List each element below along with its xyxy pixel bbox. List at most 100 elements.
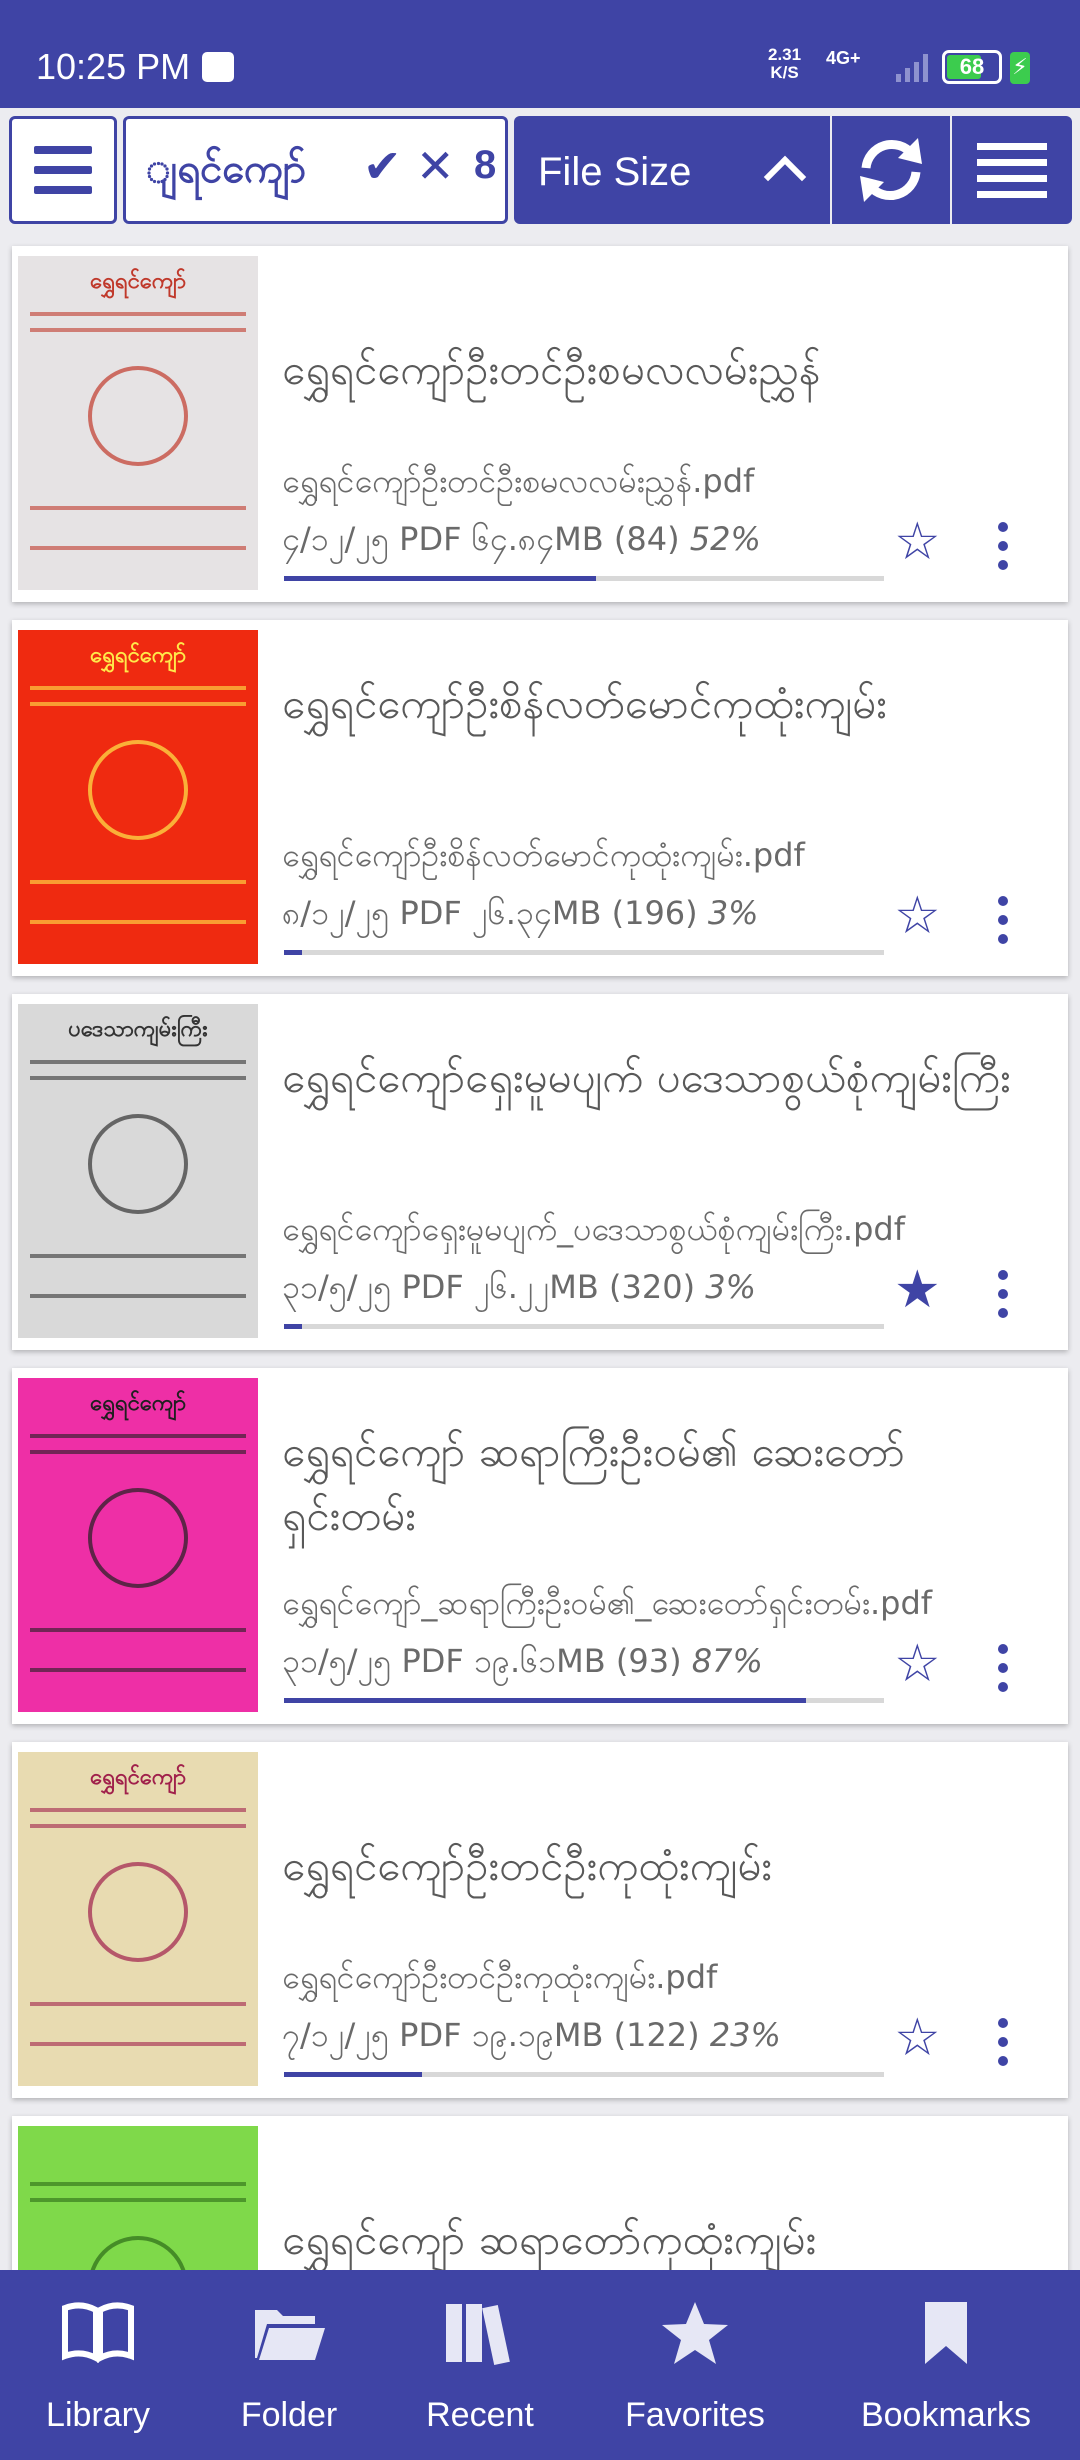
cover-emblem (88, 740, 188, 840)
reading-progress-fill (284, 576, 596, 581)
star-filled-icon[interactable]: ★ (894, 1264, 941, 1316)
status-bar: 10:25 PM 2.31 K/S 4G+ 68 ⚡ (0, 0, 1080, 108)
cover-decoration (30, 686, 246, 690)
more-options-icon[interactable] (998, 896, 1008, 944)
book-card[interactable]: ရွှေရင်ကျော်ရွှေရင်ကျော် ဆရာကြီးဦးဝမ်၏ ဆ… (12, 1368, 1068, 1724)
reading-progress-bar (284, 2072, 884, 2077)
folder-icon (255, 2310, 325, 2360)
book-title: ရွှေရင်ကျော် ဆရာကြီးဦးဝမ်၏ ဆေးတော်ရှင်းတ… (282, 1427, 905, 1540)
cover-decoration (30, 1450, 246, 1454)
book-list[interactable]: ရွှေရင်ကျော် ရွှေရင်ကျော်ဦးတင်ဦးစမလလမ်းညွ… (0, 236, 1080, 2270)
nav-recent[interactable]: Recent (382, 2270, 578, 2460)
nav-label-recent: Recent (426, 2396, 534, 2434)
star-outline-icon[interactable]: ☆ (894, 1638, 941, 1690)
book-meta: ၇/၁၂/၂၅ PDF ၁၉.၁၉MB (122) 23% (282, 2014, 781, 2062)
book-cover[interactable]: ပဒေသာကျမ်းကြီး (18, 1004, 258, 1338)
refresh-button[interactable] (832, 116, 950, 224)
book-filename: ရွှေရင်ကျော်_ဆရာကြီးဦးဝမ်၏_ဆေးတော်ရှင်းတ… (282, 1584, 933, 1622)
menu-icon (34, 146, 92, 154)
star-outline-icon[interactable]: ☆ (894, 890, 941, 942)
refresh-icon (860, 138, 922, 202)
book-card[interactable]: ရွှေရင်ကျော်ရွှေရင်ကျော်ဦးစိန်လတ်မောင်ကု… (12, 620, 1068, 976)
book-card[interactable]: ပဒေသာကျမ်းကြီး ရွှေရင်ကျော်ရှေးမူမပျက် ပဒ… (12, 994, 1068, 1350)
nav-label-bookmarks: Bookmarks (860, 2396, 1032, 2434)
more-options-icon[interactable] (998, 1270, 1008, 1318)
book-cover[interactable]: ရွှေရင်ကျော် (18, 256, 258, 590)
sort-dropdown[interactable]: File Size (514, 116, 830, 224)
book-meta: ၈/၁၂/၂၅ PDF ၂၆.၃၄MB (196) 3% (282, 892, 759, 940)
cover-decoration (30, 2002, 246, 2006)
book-filename: ရွှေရင်ကျော်ဦးတင်ဦးကုထုံးကျမ်း.pdf (282, 1958, 718, 1996)
menu-button[interactable] (9, 116, 117, 224)
cover-title: ပဒေသာကျမ်းကြီး (68, 1017, 208, 1042)
nav-bookmarks[interactable]: Bookmarks (812, 2270, 1080, 2460)
more-options-icon[interactable] (998, 1644, 1008, 1692)
nav-favorites[interactable]: Favorites (578, 2270, 812, 2460)
cover-emblem (88, 1488, 188, 1588)
cover-decoration (30, 1294, 246, 1298)
book-pages: (84) (613, 520, 680, 558)
charging-icon: ⚡ (1010, 52, 1030, 84)
book-filename: ရွှေရင်ကျော်ဦးစိန်လတ်မောင်ကုထုံးကျမ်း.pd… (282, 836, 805, 874)
book-progress-text: 87% (691, 1642, 763, 1680)
book-meta: ၃၁/၅/၂၅ PDF ၂၆.၂၂MB (320) 3% (282, 1266, 756, 1314)
star-outline-icon[interactable]: ☆ (894, 516, 941, 568)
bookmark-icon (925, 2302, 967, 2364)
book-meta: ၄/၁၂/၂၅ PDF ၆၄.၈၄MB (84) 52% (282, 518, 761, 566)
search-box[interactable]: ျရင်ကျော် ✔ ✕ 8 (123, 116, 508, 224)
reading-progress-bar (284, 950, 884, 955)
book-type: PDF (401, 1268, 464, 1306)
books-icon (446, 2304, 510, 2366)
cover-title: ရွှေရင်ကျော် (90, 269, 186, 294)
cover-decoration (30, 920, 246, 924)
cover-emblem (88, 2236, 188, 2270)
status-time: 10:25 PM (36, 46, 191, 87)
reading-progress-fill (284, 950, 302, 955)
book-progress-text: 3% (705, 1268, 757, 1306)
book-icon (62, 2302, 134, 2363)
book-date: ၇/၁၂/၂၅ (282, 2016, 389, 2054)
cover-decoration (30, 2198, 246, 2202)
cover-decoration (30, 506, 246, 510)
list-icon (977, 142, 1047, 150)
network-speed-unit: K/S (770, 63, 799, 82)
book-cover[interactable]: ရွှေရင်ကျော် (18, 1378, 258, 1712)
nav-library[interactable]: Library (0, 2270, 196, 2460)
cover-decoration (30, 1628, 246, 1632)
nav-label-folder: Folder (240, 2396, 338, 2434)
cover-decoration (30, 2182, 246, 2186)
book-progress-text: 23% (709, 2016, 781, 2054)
book-size: ၁၉.၁၉MB (471, 2016, 604, 2054)
book-size: ၁၉.၆၁MB (473, 1642, 606, 1680)
book-pages: (93) (615, 1642, 682, 1680)
book-card[interactable]: ရွှေရင်ကျော်ရွှေရင်ကျော်ဦးတင်ဦးကုထုံးကျမ… (12, 1742, 1068, 2098)
cover-decoration (30, 880, 246, 884)
book-date: ၃၁/၅/၂၅ (282, 1642, 392, 1680)
close-icon[interactable]: ✕ (416, 139, 455, 193)
more-options-icon[interactable] (998, 2018, 1008, 2066)
check-icon[interactable]: ✔ (363, 139, 402, 193)
more-options-icon[interactable] (998, 522, 1008, 570)
book-title: ရွှေရင်ကျော် ဆရာတော်ကုထုံးကျမ်း (282, 2215, 817, 2264)
view-list-button[interactable] (952, 116, 1072, 224)
book-date: ၄/၁၂/၂၅ (282, 520, 389, 558)
reading-progress-bar (284, 1324, 884, 1329)
book-cover[interactable]: ရွှေရင်ကျော် (18, 630, 258, 964)
star-outline-icon[interactable]: ☆ (894, 2012, 941, 2064)
cover-title: ရွှေရင်ကျော် (90, 1391, 186, 1416)
book-filename: ရွှေရင်ကျော်ဦးတင်ဦးစမလလမ်းညွှန်.pdf (282, 462, 755, 500)
signal-icon (896, 54, 928, 82)
cover-decoration (30, 1254, 246, 1258)
bottom-navigation: Library Folder Recent Favorites Bookmark… (0, 2270, 1080, 2460)
book-cover[interactable]: ရွှေရင်ကျော် (18, 1752, 258, 2086)
nav-label-favorites: Favorites (625, 2396, 765, 2434)
search-input[interactable]: ျရင်ကျော် (146, 143, 306, 202)
book-card[interactable]: ရွှေရင်ကျော်ရွှေရင်ကျော်ဦးတင်ဦးစမလလမ်းညွ… (12, 246, 1068, 602)
book-cover[interactable] (18, 2126, 258, 2270)
book-filename: ရွှေရင်ကျော်ရှေးမူမပျက်_ပဒေသာစွယ်စုံကျမ်… (282, 1210, 905, 1248)
book-title: ရွှေရင်ကျော်ဦးတင်ဦးစမလလမ်းညွှန် (282, 345, 821, 394)
nav-folder[interactable]: Folder (196, 2270, 382, 2460)
book-card[interactable]: ရွှေရင်ကျော် ဆရာတော်ကုထုံးကျမ်း (12, 2116, 1068, 2270)
cover-decoration (30, 1808, 246, 1812)
battery-icon: 68 (942, 50, 1002, 84)
